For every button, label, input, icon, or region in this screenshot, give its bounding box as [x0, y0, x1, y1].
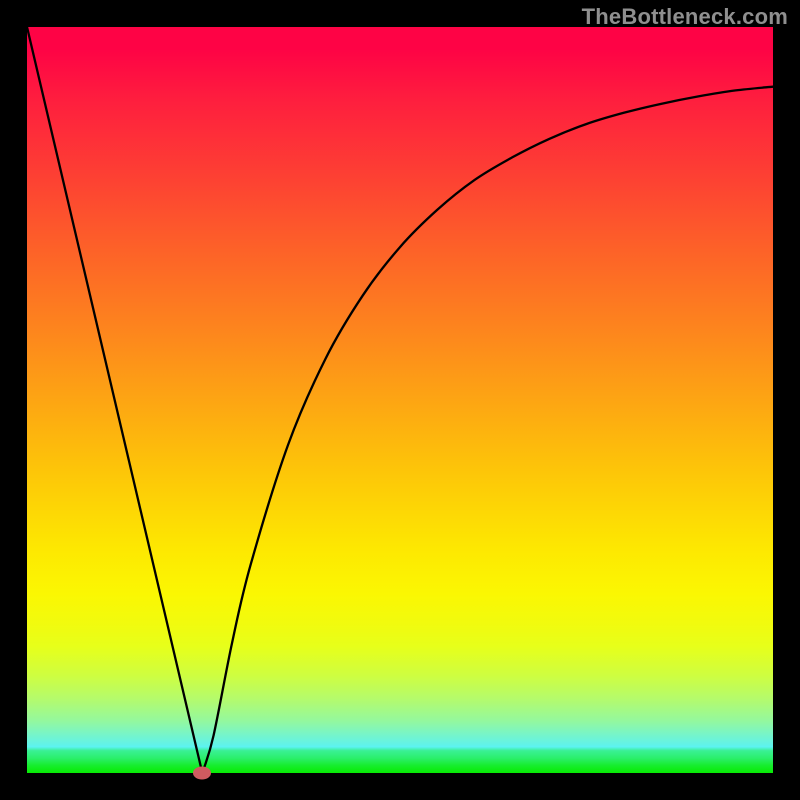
- chart-gradient-background: [27, 27, 773, 773]
- curve-minimum-marker: [193, 767, 211, 780]
- chart-frame: [27, 27, 773, 773]
- watermark-text: TheBottleneck.com: [582, 4, 788, 30]
